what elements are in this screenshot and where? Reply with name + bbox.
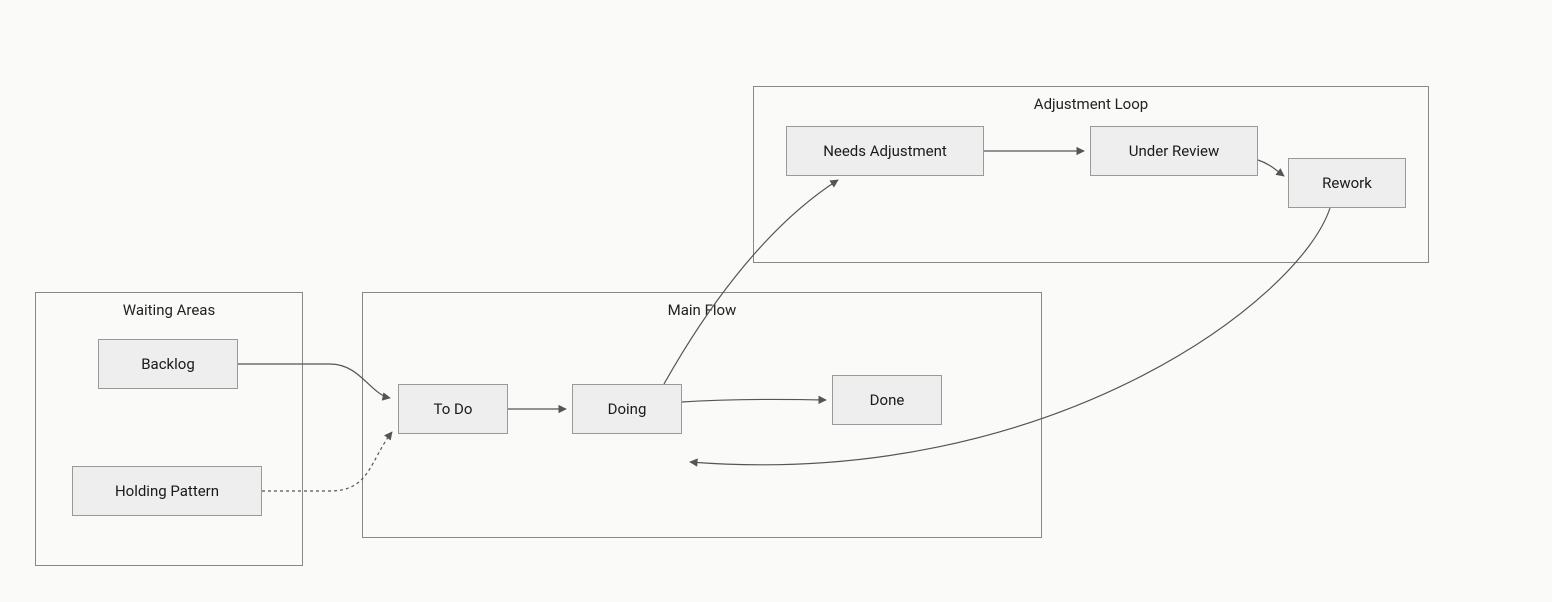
- node-needs-adjustment-label: Needs Adjustment: [823, 142, 947, 160]
- node-todo-label: To Do: [434, 400, 473, 418]
- node-doing: Doing: [572, 384, 682, 434]
- group-waiting-areas: Waiting Areas: [35, 292, 303, 566]
- node-todo: To Do: [398, 384, 508, 434]
- node-rework-label: Rework: [1322, 174, 1372, 192]
- node-backlog: Backlog: [98, 339, 238, 389]
- node-under-review: Under Review: [1090, 126, 1258, 176]
- node-under-review-label: Under Review: [1129, 142, 1219, 160]
- node-rework: Rework: [1288, 158, 1406, 208]
- node-done-label: Done: [870, 391, 905, 409]
- node-done: Done: [832, 375, 942, 425]
- node-holding-pattern-label: Holding Pattern: [115, 482, 219, 500]
- group-title-waiting-areas: Waiting Areas: [36, 301, 302, 319]
- node-backlog-label: Backlog: [141, 355, 195, 373]
- node-doing-label: Doing: [608, 400, 647, 418]
- group-title-adjustment-loop: Adjustment Loop: [754, 95, 1428, 113]
- group-title-main-flow: Main Flow: [363, 301, 1041, 319]
- node-needs-adjustment: Needs Adjustment: [786, 126, 984, 176]
- node-holding-pattern: Holding Pattern: [72, 466, 262, 516]
